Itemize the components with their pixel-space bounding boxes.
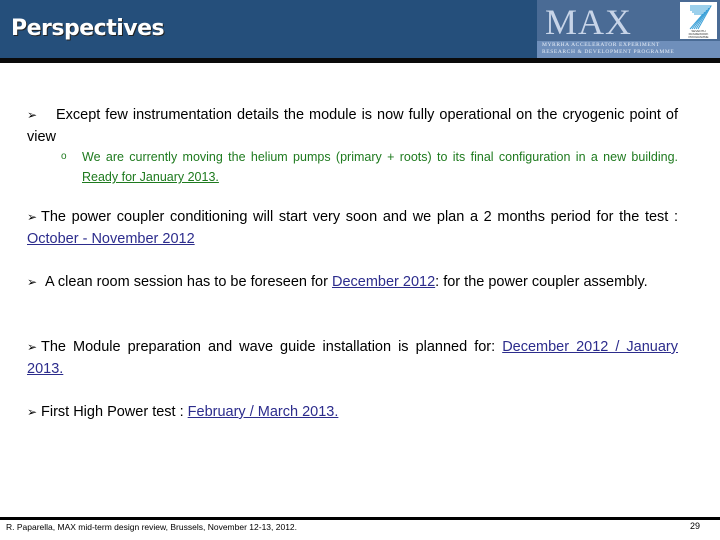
fp7-logo-text: SEVENTH FRAMEWORK PROGRAMME (688, 29, 709, 39)
sub-bullet-highlight: Ready for January 2013. (82, 170, 219, 184)
header-divider (0, 58, 720, 63)
date-link[interactable]: February / March 2013. (188, 404, 339, 420)
arrow-bullet-icon: ➢ (27, 405, 38, 419)
arrow-bullet-icon: ➢ (27, 340, 38, 354)
footer-divider (0, 517, 720, 520)
arrow-bullet-icon: ➢ (27, 108, 38, 122)
slide-title: Perspectives (11, 16, 165, 41)
max-logo-text: MAX (545, 2, 633, 42)
sub-bullet-item: o We are currently moving the helium pum… (61, 147, 678, 187)
bullet-text: First High Power test : (41, 404, 188, 420)
bullet-text-after: : for the power coupler assembly. (435, 274, 648, 290)
page-number: 29 (690, 521, 701, 531)
bullet-item: ➢ Except few instrumentation details the… (27, 104, 678, 148)
bullet-item: ➢ A clean room session has to be foresee… (27, 271, 678, 293)
fp7-logo-icon: SEVENTH FRAMEWORK PROGRAMME (680, 2, 717, 39)
logo-subtitle-line1: MYRRHA Accelerator eXperiment (542, 42, 660, 48)
bullet-item: ➢ First High Power test : February / Marc… (27, 401, 678, 423)
bullet-text: The Module preparation and wave guide in… (41, 339, 503, 355)
date-link[interactable]: October - November 2012 (27, 231, 195, 247)
date-link[interactable]: December 2012 (332, 274, 435, 290)
bullet-item: ➢ The Module preparation and wave guide i… (27, 336, 678, 380)
arrow-bullet-icon: ➢ (27, 210, 38, 224)
max-logo: MAX SEVENTH FRAMEWORK PROGRAMME MYRRHA A… (537, 0, 720, 58)
circle-bullet-icon: o (61, 151, 67, 162)
logo-subtitle: MYRRHA Accelerator eXperiment Research &… (542, 42, 674, 56)
bullet-item: ➢ The power coupler conditioning will sta… (27, 206, 678, 250)
logo-subtitle-line2: Research & development programme (542, 49, 675, 55)
bullet-text: Except few instrumentation details the m… (27, 107, 678, 145)
bullet-text: The power coupler conditioning will star… (41, 209, 678, 225)
footer-citation: R. Paparella, MAX mid-term design review… (6, 522, 298, 532)
slide-header: Perspectives MAX SEVENTH FRAMEWORK PROGR… (0, 0, 720, 58)
arrow-bullet-icon: ➢ (27, 275, 38, 289)
bullet-text: A clean room session has to be foreseen … (45, 274, 332, 290)
sub-bullet-text: We are currently moving the helium pumps… (82, 150, 678, 164)
